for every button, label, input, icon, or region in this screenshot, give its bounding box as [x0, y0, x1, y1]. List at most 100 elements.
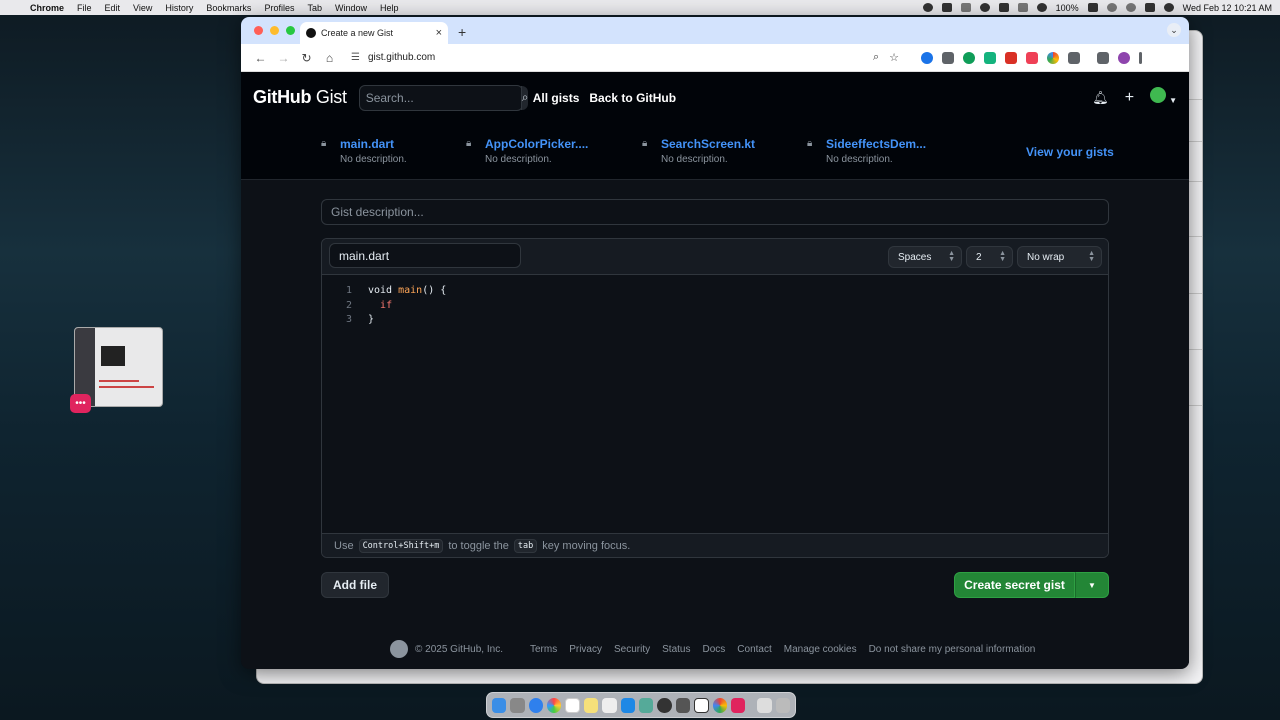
all-gists-link[interactable]: All gists	[533, 91, 580, 105]
forward-icon[interactable]: →	[272, 51, 295, 65]
new-tab-icon[interactable]: +	[458, 24, 466, 40]
safari-icon[interactable]	[528, 697, 544, 713]
filename-input[interactable]	[329, 243, 521, 268]
recent-gist-item[interactable]: 🔒︎ AppColorPicker.... No description.	[466, 137, 588, 165]
gist-name[interactable]: SideeffectsDem...	[826, 137, 926, 151]
back-icon[interactable]: ←	[249, 51, 272, 65]
gist-name[interactable]: AppColorPicker....	[485, 137, 588, 151]
close-window-icon[interactable]	[254, 26, 263, 35]
menu-window[interactable]: Window	[335, 3, 367, 13]
person-icon[interactable]	[979, 3, 990, 12]
menu-help[interactable]: Help	[380, 3, 399, 13]
gist-description-input[interactable]	[321, 199, 1109, 225]
menu-file[interactable]: File	[77, 3, 92, 13]
extension-green-icon[interactable]	[984, 51, 996, 64]
chrome-dock-icon[interactable]	[712, 697, 727, 713]
footer-link-do-not-share[interactable]: Do not share my personal information	[869, 644, 1036, 655]
home-icon[interactable]: ⌂	[318, 51, 341, 65]
extension-a-icon[interactable]	[921, 51, 933, 64]
pocket-icon[interactable]	[1026, 51, 1038, 64]
extension-red-icon[interactable]	[1005, 51, 1017, 64]
headphones-icon[interactable]	[1036, 3, 1047, 12]
search-input[interactable]	[359, 85, 521, 110]
git-icon[interactable]	[998, 3, 1009, 12]
speechbubble-app-icon[interactable]: •••	[70, 394, 91, 413]
reload-icon[interactable]: ↻	[295, 51, 318, 65]
launchpad-icon[interactable]	[510, 697, 525, 713]
site-info-icon[interactable]: ☰	[351, 52, 360, 63]
medium-icon[interactable]	[960, 3, 971, 12]
downloads-stack-icon[interactable]	[757, 697, 772, 713]
browser-menu-icon[interactable]	[1139, 51, 1142, 64]
reminders-icon[interactable]	[602, 697, 617, 713]
github-octocat-icon[interactable]	[390, 640, 408, 658]
new-gist-plus-icon[interactable]: +	[1125, 89, 1134, 107]
address-bar[interactable]: ☰ gist.github.com ⌕ ☆	[345, 46, 905, 69]
view-your-gists-link[interactable]: View your gists	[1026, 145, 1114, 159]
github-gist-logo[interactable]: GitHub Gist	[253, 87, 347, 108]
finder-icon[interactable]	[492, 697, 507, 713]
app-store-icon[interactable]	[620, 697, 635, 713]
zoom-icon[interactable]: ⌕	[873, 51, 879, 64]
cloud-icon[interactable]	[1017, 3, 1028, 12]
trash-icon[interactable]	[775, 697, 790, 713]
menu-tab[interactable]: Tab	[307, 3, 322, 13]
notes-icon[interactable]	[583, 697, 599, 713]
notifications-bell-icon[interactable]: 🔔︎	[1092, 90, 1109, 106]
footer-link-docs[interactable]: Docs	[702, 644, 725, 655]
footer-link-status[interactable]: Status	[662, 644, 690, 655]
footer-link-security[interactable]: Security	[614, 644, 650, 655]
menu-history[interactable]: History	[165, 3, 193, 13]
wifi-icon[interactable]	[1106, 3, 1117, 12]
profile-avatar-icon[interactable]	[1118, 51, 1130, 64]
extension-grammarly-icon[interactable]	[963, 51, 975, 64]
recent-gist-item[interactable]: 🔒︎ main.dart No description.	[321, 137, 407, 165]
close-tab-icon[interactable]: ×	[436, 27, 442, 39]
indent-size-select[interactable]: 2 ▲ ▼	[966, 246, 1013, 268]
create-secret-gist-button[interactable]: Create secret gist	[954, 572, 1075, 598]
menu-bookmarks[interactable]: Bookmarks	[206, 3, 251, 13]
menu-profiles[interactable]: Profiles	[264, 3, 294, 13]
tab-search-icon[interactable]: ⌄	[1167, 23, 1181, 37]
add-file-button[interactable]: Add file	[321, 572, 389, 598]
menu-chrome[interactable]: Chrome	[30, 3, 64, 13]
footer-link-contact[interactable]: Contact	[737, 644, 771, 655]
browser-tab-active[interactable]: Create a new Gist ×	[300, 22, 448, 44]
menu-view[interactable]: View	[133, 3, 152, 13]
control-center-icon[interactable]	[1144, 3, 1155, 12]
recent-gist-item[interactable]: 🔒︎ SearchScreen.kt No description.	[642, 137, 755, 165]
extensions-puzzle-icon[interactable]	[1068, 51, 1080, 64]
back-to-github-link[interactable]: Back to GitHub	[589, 91, 676, 105]
siri-icon[interactable]	[1163, 3, 1174, 12]
menu-edit[interactable]: Edit	[105, 3, 121, 13]
calendar-icon[interactable]	[565, 697, 580, 713]
footer-link-privacy[interactable]: Privacy	[569, 644, 602, 655]
minimize-window-icon[interactable]	[270, 26, 279, 35]
photos-icon[interactable]	[547, 697, 562, 713]
spotlight-icon[interactable]	[1125, 3, 1136, 12]
extension-cast-icon[interactable]	[942, 51, 954, 64]
code-editor[interactable]: 1 void main() { 2 if 3 }	[322, 285, 446, 329]
search-icon[interactable]: ⌕	[520, 85, 529, 110]
url-text[interactable]: gist.github.com	[368, 52, 435, 63]
chatgpt-icon[interactable]	[657, 697, 672, 713]
gist-name[interactable]: main.dart	[340, 137, 407, 151]
gist-name[interactable]: SearchScreen.kt	[661, 137, 755, 151]
indent-mode-select[interactable]: Spaces ▲ ▼	[888, 246, 962, 268]
user-menu[interactable]: ▼	[1150, 87, 1177, 108]
bookmark-star-icon[interactable]: ☆	[889, 51, 899, 64]
color-picker-icon[interactable]	[1047, 51, 1059, 64]
maximize-window-icon[interactable]	[286, 26, 295, 35]
create-options-chevron-icon[interactable]: ▼	[1075, 572, 1109, 598]
wrap-mode-select[interactable]: No wrap ▲ ▼	[1017, 246, 1102, 268]
footer-link-manage-cookies[interactable]: Manage cookies	[784, 644, 857, 655]
speechbubble-dock-icon[interactable]	[730, 697, 746, 713]
side-panel-icon[interactable]	[1097, 51, 1109, 64]
battery-icon[interactable]	[1087, 3, 1098, 12]
footer-link-terms[interactable]: Terms	[530, 644, 557, 655]
recent-gist-item[interactable]: 🔒︎ SideeffectsDem... No description.	[807, 137, 926, 165]
record-icon[interactable]	[922, 3, 933, 12]
menubar-clock[interactable]: Wed Feb 12 10:21 AM	[1183, 3, 1272, 13]
chat-icon[interactable]	[941, 3, 952, 12]
preview-icon[interactable]	[638, 697, 654, 713]
